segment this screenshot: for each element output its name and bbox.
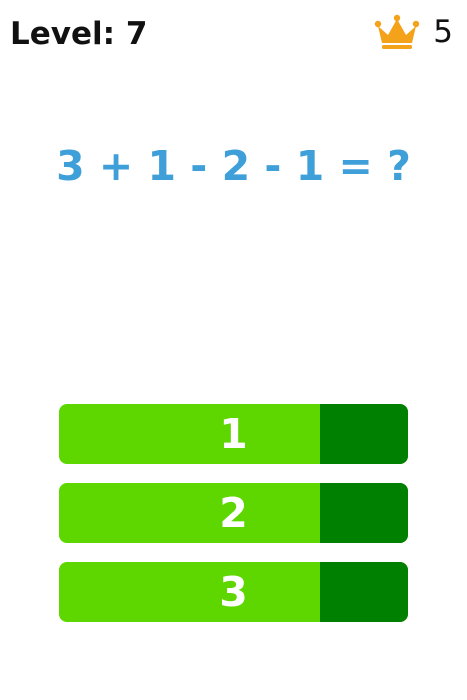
level-indicator: Level: 7 <box>10 16 148 52</box>
answer-button-3[interactable]: 3 <box>59 562 408 622</box>
answer-label: 1 <box>219 410 248 458</box>
score-display: 5 <box>373 10 453 54</box>
answer-list: 1 2 3 <box>59 404 408 641</box>
answer-label: 3 <box>219 568 248 616</box>
score-value: 5 <box>433 14 453 50</box>
crown-icon <box>375 14 420 49</box>
answer-label: 2 <box>219 489 248 537</box>
math-question: 3 + 1 - 2 - 1 = ? <box>56 142 411 190</box>
answer-button-1[interactable]: 1 <box>59 404 408 464</box>
answer-button-2[interactable]: 2 <box>59 483 408 543</box>
